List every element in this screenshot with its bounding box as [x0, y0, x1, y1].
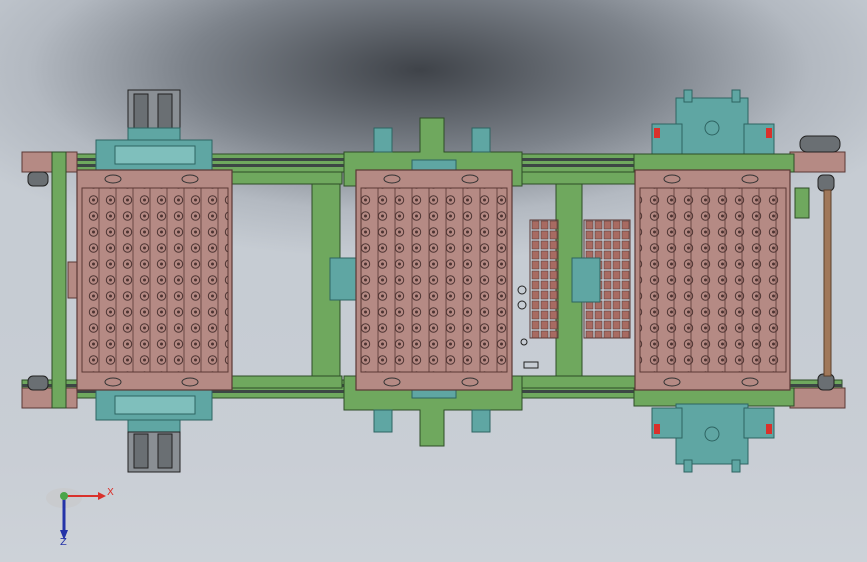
conveyor-assembly-model[interactable]: [0, 0, 867, 562]
coordinate-triad-icon[interactable]: X Z: [44, 480, 124, 550]
left-end-brackets: [21, 151, 79, 409]
z-axis-label: Z: [60, 537, 67, 548]
graphics-viewport[interactable]: X Z: [0, 0, 867, 562]
left-station[interactable]: [76, 89, 233, 473]
middle-station[interactable]: [329, 117, 523, 447]
x-axis-label: X: [107, 487, 114, 498]
right-end-brackets: [789, 135, 846, 409]
right-station[interactable]: [633, 89, 795, 473]
